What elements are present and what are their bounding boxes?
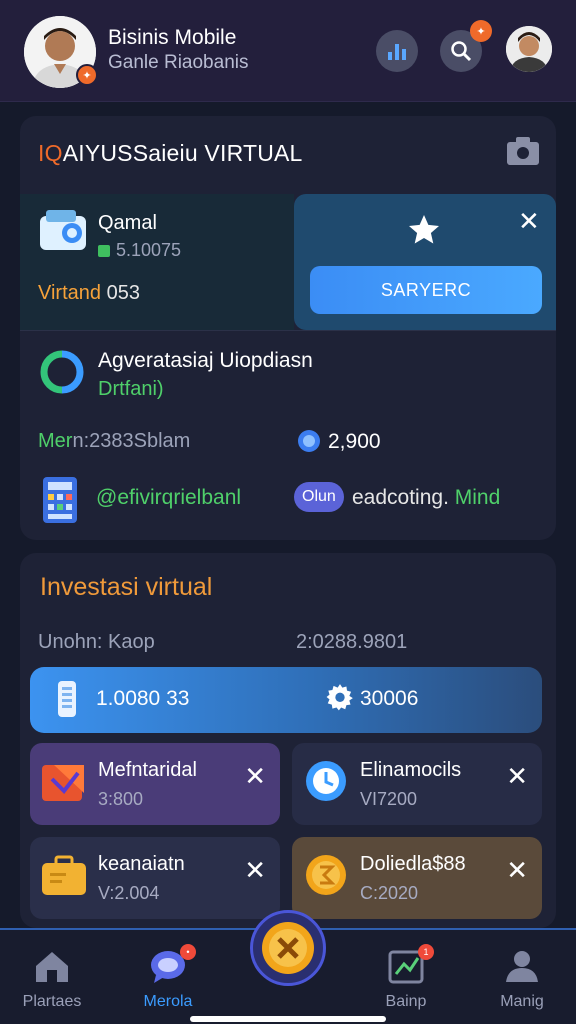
investment-left-label: Unohn: Kaop	[38, 631, 155, 653]
tile-value: VI7200	[360, 789, 418, 809]
close-icon[interactable]: ✕	[244, 763, 266, 789]
investment-tile[interactable]: Mefntaridal 3:800 ✕	[30, 743, 280, 825]
promo-right-panel: ✕ SARYERC	[294, 194, 556, 330]
app-header: ✦ Bisinis Mobile Ganle Riaobanis ✦	[0, 0, 576, 102]
investment-title-sub: virtual	[138, 573, 213, 601]
investment-title-main: Investasi	[40, 573, 139, 601]
investment-right-label: 2:0288.9801	[296, 631, 408, 653]
clock-icon	[302, 757, 350, 810]
sync-subtitle: Drtfani)	[98, 378, 164, 400]
stats-button[interactable]	[376, 30, 418, 72]
status-dot-icon	[98, 245, 110, 258]
sync-icon	[38, 348, 86, 401]
tile-value: C:2020	[360, 883, 419, 903]
wallet-icon	[38, 206, 88, 257]
battery-icon	[56, 679, 78, 724]
search-icon	[451, 41, 472, 62]
card-title-text: AIYUSSaieiu VIRTUAL	[62, 140, 303, 166]
balance-bar[interactable]: 1.0080 33 30006	[30, 667, 542, 733]
tag-text-green: Mind	[448, 486, 501, 509]
card-title-accent: IQ	[38, 140, 63, 166]
tile-name: Elinamocils	[360, 759, 462, 781]
tile-name: Doliedla$88	[360, 853, 466, 875]
star-icon[interactable]	[406, 212, 442, 253]
avatar-status-badge: ✦	[76, 64, 98, 86]
bottom-navigation: Plartaes • Merola 1 Bainp Manig	[0, 910, 576, 1024]
account-link[interactable]: @efivirqrielbanl	[96, 486, 241, 510]
promo-value-number: 053	[101, 282, 140, 304]
secondary-avatar[interactable]	[506, 26, 552, 72]
tag-text-main: eadcoting.	[352, 486, 449, 509]
nav-item-home[interactable]: Plartaes	[2, 948, 102, 1011]
close-icon[interactable]: ✕	[506, 857, 528, 883]
tag-text: eadcoting. Mind	[352, 486, 500, 510]
app-title: Bisinis Mobile	[108, 26, 237, 49]
nav-label: Merola	[143, 993, 193, 1010]
close-icon[interactable]: ✕	[244, 857, 266, 883]
nav-item-profile[interactable]: Manig	[472, 948, 572, 1011]
folder-icon	[40, 757, 88, 810]
tile-value: V:2.004	[98, 883, 160, 903]
close-icon[interactable]: ✕	[506, 763, 528, 789]
promo-left-panel[interactable]: Qamal 5.10075 Virtand 053	[20, 194, 294, 330]
avatar-person-icon	[506, 26, 552, 72]
investment-tile[interactable]: Elinamocils VI7200 ✕	[292, 743, 542, 825]
promo-amount-value: 5.10075	[116, 240, 182, 260]
tag-pill[interactable]: Olun	[294, 482, 344, 512]
divider	[20, 330, 556, 331]
sync-title: Agveratasiaj Uiopdiasn	[98, 349, 313, 372]
gear-icon[interactable]	[326, 683, 354, 716]
meta-label-green: Mer	[38, 430, 73, 452]
app-subtitle: Ganle Riaobanis	[108, 52, 249, 73]
promo-value-label: Virtand	[38, 282, 102, 304]
nav-label: Plartaes	[22, 993, 82, 1010]
camera-button[interactable]	[506, 136, 540, 171]
center-action-button[interactable]	[250, 910, 326, 986]
balance-value: 1.0080 33	[96, 687, 190, 710]
home-icon	[36, 952, 68, 982]
card-title: IQAIYUSSaieiu VIRTUAL	[38, 140, 303, 167]
meta-label-text: n:2383Sblam	[72, 430, 191, 452]
virtual-card: IQAIYUSSaieiu VIRTUAL Qamal 5.10075 Virt…	[20, 116, 556, 540]
nav-badge: 1	[418, 944, 434, 960]
investment-tile[interactable]: keanaiatn V:2.004 ✕	[30, 837, 280, 919]
nav-badge: •	[180, 944, 196, 960]
balance-secondary-value: 30006	[360, 687, 419, 710]
investment-card: Investasi virtual Unohn: Kaop 2:0288.980…	[20, 553, 556, 928]
tile-name: keanaiatn	[98, 853, 185, 875]
home-indicator	[190, 1016, 386, 1022]
briefcase-icon	[40, 851, 88, 904]
calculator-icon	[42, 476, 78, 529]
promo-value: Virtand 053	[38, 282, 140, 305]
investment-tile[interactable]: Doliedla$88 C:2020 ✕	[292, 837, 542, 919]
camera-icon	[507, 137, 539, 165]
bar-chart-icon	[388, 44, 406, 60]
gold-coin-icon	[302, 851, 350, 904]
close-icon[interactable]: ✕	[518, 208, 540, 234]
promo-amount: 5.10075	[98, 240, 181, 261]
nav-label: Manig	[500, 993, 544, 1010]
tile-name: Mefntaridal	[98, 759, 197, 781]
coin-icon	[296, 428, 322, 459]
meta-value: 2,900	[328, 430, 381, 453]
nav-label: Bainp	[385, 993, 427, 1010]
coin-action-icon	[262, 922, 314, 974]
nav-item-messages[interactable]: • Merola	[118, 944, 218, 1011]
user-icon	[506, 951, 538, 982]
tile-value: 3:800	[98, 789, 144, 809]
notification-badge: ✦	[470, 20, 492, 42]
promo-name: Qamal	[98, 212, 157, 234]
primary-action-button[interactable]: SARYERC	[310, 266, 542, 314]
investment-title: Investasi virtual	[40, 573, 212, 602]
nav-item-game[interactable]: 1 Bainp	[356, 944, 456, 1011]
meta-label: Mern:2383Sblam	[38, 430, 190, 453]
